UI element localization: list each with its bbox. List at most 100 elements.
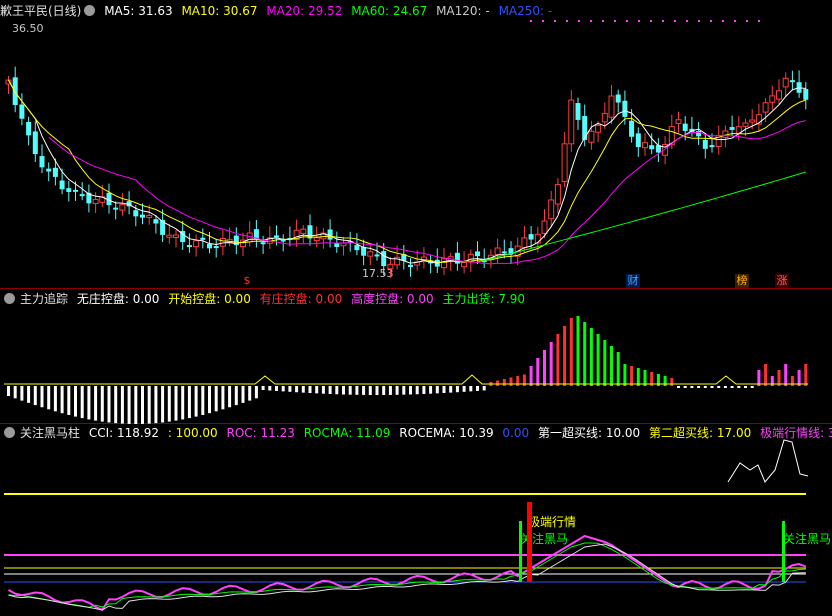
candle-body	[166, 234, 173, 238]
candle-body	[769, 95, 776, 103]
mainforce-bar	[295, 386, 299, 393]
candle-body	[642, 142, 648, 149]
mainforce-bar	[27, 386, 31, 403]
mainforce-bar	[87, 386, 91, 420]
mainforce-bar	[697, 386, 701, 388]
mainforce-bar	[234, 386, 238, 406]
candle-body	[629, 120, 635, 137]
candle-body	[461, 261, 468, 268]
candle-body	[521, 237, 528, 249]
signal-dot	[542, 20, 544, 22]
mainforce-bar	[750, 386, 754, 388]
mainforce-bar	[402, 386, 406, 395]
candle-body	[374, 254, 380, 257]
candle-body	[207, 243, 212, 249]
mainforce-bar	[47, 386, 51, 410]
candle-body	[173, 234, 179, 239]
mainforce-bar	[409, 386, 412, 395]
signal-dot	[602, 20, 604, 22]
candle-body	[782, 77, 789, 88]
signal-dot	[530, 20, 532, 22]
mainforce-bar	[67, 386, 71, 415]
candle-body	[588, 130, 595, 143]
mainforce-bar	[717, 386, 721, 388]
mainforce-bar	[536, 358, 540, 386]
mainforce-bar	[482, 386, 486, 391]
mainforce-bar	[114, 386, 118, 424]
mainforce-bar	[7, 386, 10, 396]
candle-body	[494, 247, 501, 256]
mainforce-bar	[355, 386, 359, 395]
candle-body	[803, 89, 809, 100]
mainforce-bar	[529, 366, 533, 386]
mainforce-bar	[569, 318, 573, 386]
candle-body	[789, 80, 795, 83]
signal-dot	[626, 20, 628, 22]
candle-body	[568, 99, 575, 145]
candle-body	[219, 237, 226, 247]
mainforce-bar	[254, 386, 258, 399]
mainforce-bar	[134, 386, 138, 424]
mainforce-bar	[33, 386, 37, 406]
mainforce-bar	[187, 386, 191, 419]
mainforce-bar	[703, 386, 707, 388]
signal-dot	[650, 20, 652, 22]
mainforce-bar	[53, 386, 57, 412]
mainforce-bar	[636, 368, 640, 386]
candle-body	[367, 251, 374, 257]
candle-body	[52, 167, 58, 177]
candle-body	[46, 168, 52, 172]
mainforce-bar	[194, 386, 198, 417]
mainforce-bar	[74, 386, 77, 417]
candle-body	[441, 258, 447, 269]
mainforce-bar	[288, 386, 292, 392]
mainforce-bar	[335, 386, 339, 395]
candle-body	[73, 189, 78, 192]
candle-body	[742, 122, 749, 127]
signal-dot	[698, 20, 700, 22]
mainforce-bar	[80, 386, 84, 419]
candle-body	[354, 245, 360, 251]
candle-body	[709, 145, 715, 148]
mainforce-baseline	[4, 374, 808, 385]
mainforce-bar	[342, 386, 345, 395]
signal-dot	[578, 20, 580, 22]
mainforce-bar	[167, 386, 171, 422]
mainforce-bar	[784, 364, 788, 386]
mainforce-bar	[589, 328, 593, 386]
candle-body	[32, 131, 38, 155]
signal-dot	[638, 20, 640, 22]
candle-body	[119, 204, 126, 211]
mainforce-bar	[623, 364, 627, 386]
watch-bar	[782, 521, 785, 582]
candle-body	[601, 112, 608, 123]
mainforce-bar	[576, 316, 580, 386]
candle-body	[534, 233, 541, 244]
candle-body	[213, 246, 219, 249]
signal-dot	[662, 20, 664, 22]
mainforce-bar	[275, 386, 278, 391]
mainforce-bar	[556, 334, 560, 386]
candle-body	[146, 214, 153, 218]
candle-body	[541, 220, 548, 234]
mainforce-bar	[13, 386, 17, 399]
mainforce-bar	[449, 386, 453, 393]
candle-body	[260, 242, 266, 245]
mainforce-bar	[730, 386, 734, 388]
signal-dot	[746, 20, 748, 22]
mainforce-bar	[214, 386, 218, 412]
mainforce-bar	[603, 340, 607, 386]
candle-body	[200, 237, 206, 240]
candle-body	[776, 90, 782, 100]
mainforce-bar	[442, 386, 446, 394]
mainforce-bar	[388, 386, 392, 395]
candle-body	[501, 251, 507, 254]
mainforce-bar	[321, 386, 325, 394]
mainforce-bar	[469, 386, 473, 392]
mainforce-bar	[616, 352, 620, 386]
signal-dot	[686, 20, 688, 22]
mainforce-bar	[496, 380, 500, 386]
candle-body	[649, 145, 655, 150]
roc-line	[8, 534, 807, 612]
mainforce-bar	[368, 386, 372, 395]
